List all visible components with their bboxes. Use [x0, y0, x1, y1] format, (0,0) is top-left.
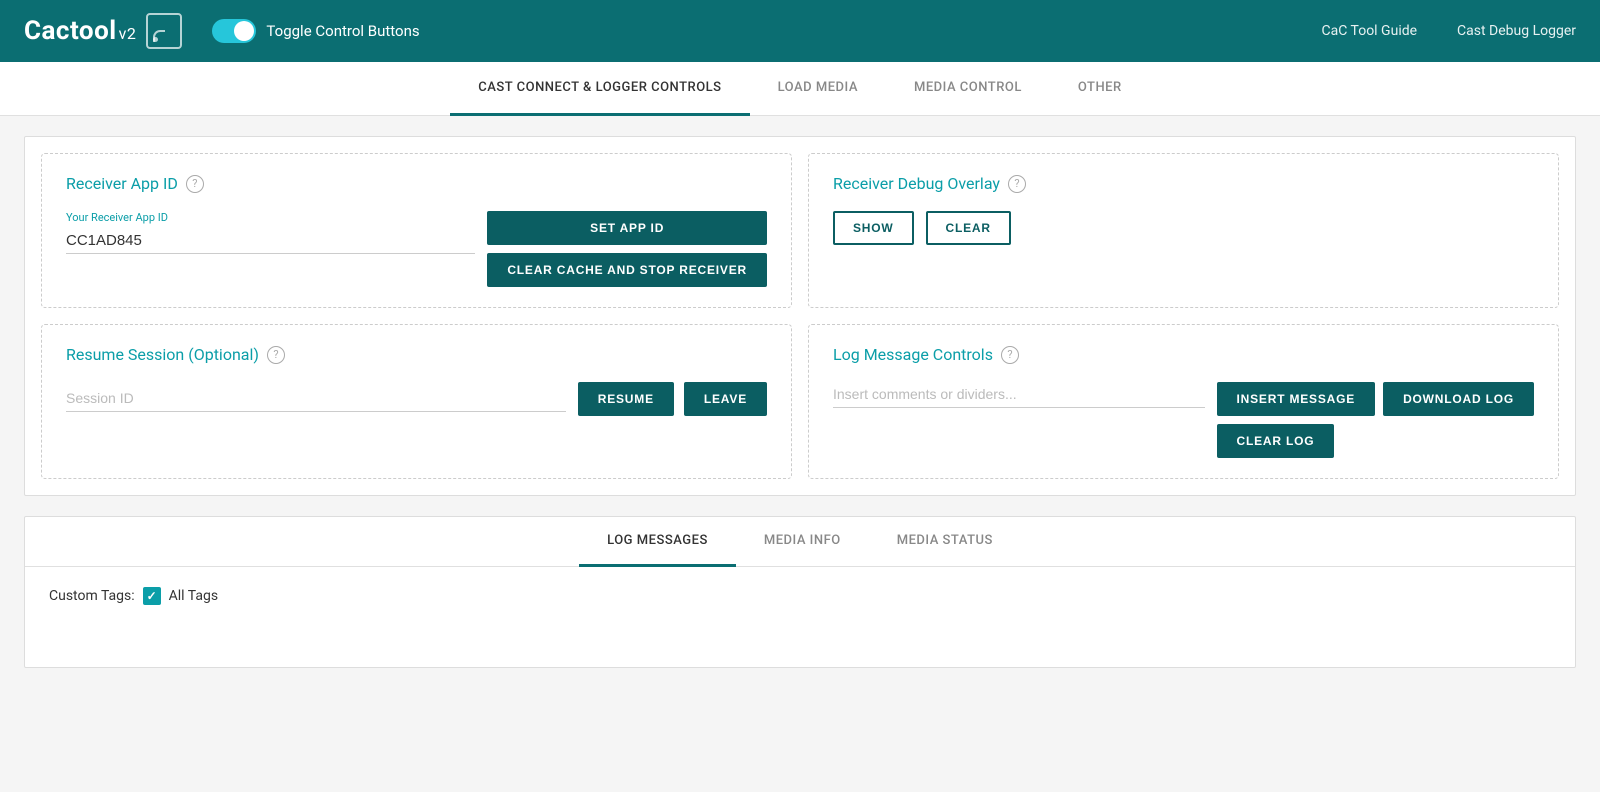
log-buttons-row-1: INSERT MESSAGE DOWNLOAD LOG — [1217, 382, 1534, 416]
resume-session-help-icon[interactable]: ? — [267, 346, 285, 364]
resume-button[interactable]: RESUME — [578, 382, 674, 416]
receiver-app-id-help-icon[interactable]: ? — [186, 175, 204, 193]
log-message-controls-panel: Log Message Controls ? INSERT MESSAGE DO… — [808, 324, 1559, 479]
tab-other[interactable]: OTHER — [1050, 62, 1150, 116]
cast-icon — [146, 13, 182, 49]
leave-button[interactable]: LEAVE — [684, 382, 767, 416]
receiver-debug-help-icon[interactable]: ? — [1008, 175, 1026, 193]
receiver-app-id-title: Receiver App ID ? — [66, 174, 767, 193]
panels-grid: Receiver App ID ? Your Receiver App ID S… — [24, 136, 1576, 496]
clear-cache-button[interactable]: CLEAR CACHE AND STOP RECEIVER — [487, 253, 767, 287]
clear-debug-button[interactable]: CLEAR — [926, 211, 1011, 245]
main-tabs-bar: CAST CONNECT & LOGGER CONTROLS LOAD MEDI… — [0, 62, 1600, 116]
receiver-app-id-input[interactable] — [66, 228, 475, 254]
clear-log-button[interactable]: CLEAR LOG — [1217, 424, 1335, 458]
log-panel-content: INSERT MESSAGE DOWNLOAD LOG CLEAR LOG — [833, 382, 1534, 458]
download-log-button[interactable]: DOWNLOAD LOG — [1383, 382, 1534, 416]
resume-session-buttons: RESUME LEAVE — [578, 382, 767, 416]
bottom-section: LOG MESSAGES MEDIA INFO MEDIA STATUS Cus… — [24, 516, 1576, 668]
custom-tags-label: Custom Tags: — [49, 588, 135, 604]
session-id-input[interactable] — [66, 386, 566, 412]
show-debug-button[interactable]: SHOW — [833, 211, 914, 245]
receiver-app-id-input-area: Your Receiver App ID — [66, 211, 475, 254]
toggle-control[interactable]: Toggle Control Buttons — [212, 19, 419, 43]
set-app-id-button[interactable]: SET APP ID — [487, 211, 767, 245]
log-input-area — [833, 382, 1205, 408]
resume-session-title: Resume Session (Optional) ? — [66, 345, 767, 364]
header: Cactoolv2 Toggle Control Buttons CaC Too… — [0, 0, 1600, 62]
all-tags-label: All Tags — [169, 588, 218, 604]
tab-load-media[interactable]: LOAD MEDIA — [750, 62, 886, 116]
bottom-tab-media-info[interactable]: MEDIA INFO — [736, 517, 869, 567]
log-message-controls-help-icon[interactable]: ? — [1001, 346, 1019, 364]
nav-cast-debug-logger[interactable]: Cast Debug Logger — [1457, 23, 1576, 39]
toggle-switch[interactable] — [212, 19, 256, 43]
bottom-tab-media-status[interactable]: MEDIA STATUS — [869, 517, 1021, 567]
cast-icon-dot — [153, 37, 158, 42]
receiver-debug-title: Receiver Debug Overlay ? — [833, 174, 1534, 193]
logo-bold: Cactool — [24, 16, 117, 46]
logo-text: Cactoolv2 — [24, 16, 136, 46]
log-buttons-row-2: CLEAR LOG — [1217, 424, 1534, 458]
bottom-tab-log-messages[interactable]: LOG MESSAGES — [579, 517, 736, 567]
receiver-debug-panel: Receiver Debug Overlay ? SHOW CLEAR — [808, 153, 1559, 308]
log-comment-input[interactable] — [833, 382, 1205, 408]
resume-session-actions: RESUME LEAVE — [66, 382, 767, 416]
bottom-tabs-bar: LOG MESSAGES MEDIA INFO MEDIA STATUS — [25, 517, 1575, 567]
main-content: Receiver App ID ? Your Receiver App ID S… — [0, 116, 1600, 688]
receiver-app-id-panel: Receiver App ID ? Your Receiver App ID S… — [41, 153, 792, 308]
receiver-debug-buttons: SHOW CLEAR — [833, 211, 1534, 245]
receiver-app-id-buttons: SET APP ID CLEAR CACHE AND STOP RECEIVER — [487, 211, 767, 287]
bottom-content-area: Custom Tags: All Tags — [25, 567, 1575, 667]
log-message-controls-title: Log Message Controls ? — [833, 345, 1534, 364]
log-buttons: INSERT MESSAGE DOWNLOAD LOG CLEAR LOG — [1217, 382, 1534, 458]
logo-version: v2 — [119, 24, 137, 43]
header-nav: CaC Tool Guide Cast Debug Logger — [1322, 23, 1577, 39]
receiver-app-id-actions: Your Receiver App ID SET APP ID CLEAR CA… — [66, 211, 767, 287]
tab-media-control[interactable]: MEDIA CONTROL — [886, 62, 1050, 116]
nav-cac-tool-guide[interactable]: CaC Tool Guide — [1322, 23, 1418, 39]
resume-session-panel: Resume Session (Optional) ? RESUME LEAVE — [41, 324, 792, 479]
logo: Cactoolv2 — [24, 13, 182, 49]
all-tags-checkbox[interactable] — [143, 587, 161, 605]
toggle-label: Toggle Control Buttons — [266, 22, 419, 40]
receiver-app-id-input-label: Your Receiver App ID — [66, 211, 475, 224]
tab-cast-connect[interactable]: CAST CONNECT & LOGGER CONTROLS — [450, 62, 749, 116]
insert-message-button[interactable]: INSERT MESSAGE — [1217, 382, 1376, 416]
custom-tags-row: Custom Tags: All Tags — [49, 587, 1551, 605]
session-id-input-area — [66, 386, 566, 412]
